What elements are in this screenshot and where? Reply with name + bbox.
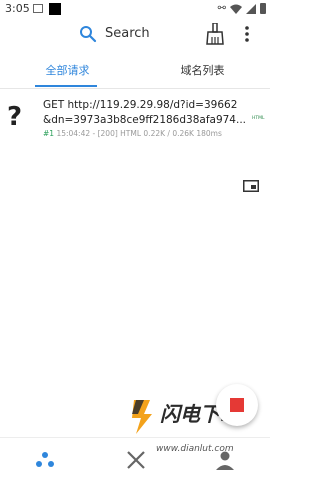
unknown-type-icon: ? bbox=[7, 102, 23, 132]
link-icon: ⚯ bbox=[217, 3, 226, 14]
active-tab-indicator bbox=[35, 85, 97, 87]
request-meta: #1 15:04:42 - [200] HTML 0.22K / 0.26K 1… bbox=[43, 129, 222, 138]
request-list-item[interactable]: ? GET http://119.29.29.98/d?id=39662 &dn… bbox=[0, 92, 270, 148]
bottom-navigation bbox=[0, 438, 270, 480]
tab-all-requests[interactable]: 全部请求 bbox=[0, 58, 135, 88]
status-icons: ⚯ bbox=[218, 3, 266, 14]
battery-icon bbox=[260, 3, 266, 14]
content-type-badge: HTML bbox=[252, 116, 265, 121]
request-url-line1: GET http://119.29.29.98/d?id=39662 bbox=[43, 99, 238, 111]
stop-icon bbox=[230, 398, 244, 412]
search-icon[interactable] bbox=[79, 25, 97, 43]
request-url-line2: &dn=3973a3b8ce9ff2186d38afa974... bbox=[43, 114, 247, 126]
clear-broom-icon[interactable] bbox=[205, 23, 225, 45]
nav-tools-icon[interactable] bbox=[124, 448, 148, 472]
nav-profile-icon[interactable] bbox=[213, 448, 237, 472]
status-bar: 3:05 ⚯ bbox=[0, 0, 270, 18]
more-vert-icon[interactable] bbox=[242, 25, 252, 43]
tab-domain-list[interactable]: 域名列表 bbox=[135, 58, 270, 88]
search-label[interactable]: Search bbox=[105, 26, 150, 41]
app-notification-icon bbox=[49, 3, 61, 15]
picture-in-picture-icon[interactable] bbox=[243, 180, 259, 192]
toolbar: Search bbox=[0, 18, 270, 51]
lightning-logo-icon bbox=[132, 400, 152, 434]
wifi-icon bbox=[230, 4, 242, 14]
status-time: 3:05 bbox=[5, 2, 30, 15]
stop-capture-button[interactable] bbox=[216, 384, 258, 426]
tabs-divider bbox=[0, 88, 270, 89]
tab-bar: 全部请求 域名列表 bbox=[0, 58, 270, 88]
request-index: #1 bbox=[43, 129, 55, 138]
signal-icon bbox=[246, 3, 256, 14]
image-notification-icon bbox=[33, 4, 43, 13]
request-details: 15:04:42 - [200] HTML 0.22K / 0.26K 180m… bbox=[54, 129, 222, 138]
nav-requests-icon[interactable] bbox=[33, 448, 57, 472]
